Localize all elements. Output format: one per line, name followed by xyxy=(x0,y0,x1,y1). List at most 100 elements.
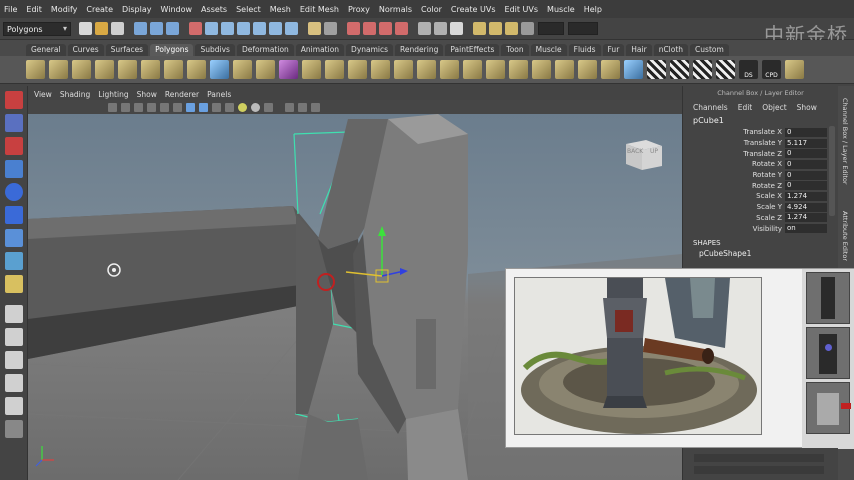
menu-create-uvs[interactable]: Create UVs xyxy=(451,5,496,14)
xray-joints-icon[interactable] xyxy=(298,102,307,112)
layout-two-icon[interactable] xyxy=(5,351,23,369)
menu-create[interactable]: Create xyxy=(86,5,113,14)
attr-row[interactable]: Scale X 1.274 xyxy=(683,191,838,202)
layout-single-icon[interactable] xyxy=(5,305,23,323)
tab-polygons[interactable]: Polygons xyxy=(150,44,194,56)
reduce-icon[interactable] xyxy=(302,60,321,79)
attr-row[interactable]: Visibility on xyxy=(683,223,838,234)
poly-cylinder-icon[interactable] xyxy=(72,60,91,79)
lock-selection-icon[interactable] xyxy=(308,22,321,35)
channelbox-menu-channels[interactable]: Channels xyxy=(693,103,728,112)
bookmarks-icon[interactable] xyxy=(121,102,130,112)
render-settings-icon[interactable] xyxy=(505,22,518,35)
attr-row[interactable]: Rotate X0 xyxy=(683,159,838,170)
panel-menu-lighting[interactable]: Lighting xyxy=(98,90,128,99)
snap-point-icon[interactable] xyxy=(379,22,392,35)
menu-set-select[interactable]: Polygons xyxy=(3,21,71,36)
menu-modify[interactable]: Modify xyxy=(51,5,78,14)
attr-row[interactable]: Scale Y 4.924 xyxy=(683,202,838,213)
sidebar-toggle-icon[interactable] xyxy=(521,22,534,35)
grid-icon[interactable] xyxy=(147,102,156,112)
attr-value[interactable]: 5.117 xyxy=(785,138,827,148)
scale-tool-icon[interactable] xyxy=(5,206,23,224)
poly-torus-icon[interactable] xyxy=(141,60,160,79)
panel-menu-renderer[interactable]: Renderer xyxy=(165,90,199,99)
uv-layout-icon[interactable] xyxy=(670,60,689,79)
numeric-input-field[interactable] xyxy=(568,22,598,35)
attr-row[interactable]: Rotate Y0 xyxy=(683,170,838,181)
menu-normals[interactable]: Normals xyxy=(379,5,412,14)
bridge-icon[interactable] xyxy=(417,60,436,79)
thumbnail-side-view[interactable] xyxy=(806,327,850,379)
attr-value[interactable]: 0 xyxy=(785,159,827,169)
poly-cube-icon[interactable] xyxy=(49,60,68,79)
tab-rendering[interactable]: Rendering xyxy=(395,44,444,56)
duplicate-face-icon[interactable] xyxy=(578,60,597,79)
insert-edge-loop-icon[interactable] xyxy=(486,60,505,79)
combine-icon[interactable] xyxy=(233,60,252,79)
append-polygon-icon[interactable] xyxy=(440,60,459,79)
open-scene-icon[interactable] xyxy=(95,22,108,35)
layout-graph-icon[interactable] xyxy=(5,397,23,415)
menu-file[interactable]: File xyxy=(4,5,17,14)
select-by-curve-icon[interactable] xyxy=(221,22,234,35)
attr-row[interactable]: Scale Z 1.274 xyxy=(683,213,838,224)
attr-value[interactable]: 0 xyxy=(785,127,827,137)
use-all-lights-icon[interactable] xyxy=(238,102,247,112)
layout-four-icon[interactable] xyxy=(5,328,23,346)
tab-dynamics[interactable]: Dynamics xyxy=(346,44,394,56)
lasso-tool-icon[interactable] xyxy=(5,114,23,132)
attr-row[interactable]: Translate Y 5.117 xyxy=(683,138,838,149)
wireframe-on-shaded-icon[interactable] xyxy=(212,102,221,112)
side-tab-channel-box[interactable]: Channel Box / Layer Editor xyxy=(841,98,849,185)
poly-soccer-ball-icon[interactable] xyxy=(210,60,229,79)
extrude-icon[interactable] xyxy=(394,60,413,79)
tab-fluids[interactable]: Fluids xyxy=(568,44,601,56)
offset-edge-loop-icon[interactable] xyxy=(509,60,528,79)
tab-subdivs[interactable]: Subdivs xyxy=(195,44,235,56)
menu-edit-uvs[interactable]: Edit UVs xyxy=(505,5,539,14)
shape-node-name[interactable]: pCubeShape1 xyxy=(683,247,838,258)
tab-curves[interactable]: Curves xyxy=(67,44,104,56)
panel-menu-show[interactable]: Show xyxy=(137,90,157,99)
camera-attributes-icon[interactable] xyxy=(108,102,117,112)
triangulate-icon[interactable] xyxy=(325,60,344,79)
ds-shelf-button[interactable]: DS xyxy=(739,60,758,79)
panel-menu-shading[interactable]: Shading xyxy=(60,90,90,99)
resolution-gate-icon[interactable] xyxy=(173,102,182,112)
film-gate-icon[interactable] xyxy=(160,102,169,112)
panel-menu-panels[interactable]: Panels xyxy=(207,90,231,99)
layer-editor-scrollbar[interactable] xyxy=(694,454,824,462)
channelbox-menu-edit[interactable]: Edit xyxy=(738,103,753,112)
menu-help[interactable]: Help xyxy=(584,5,602,14)
shadows-icon[interactable] xyxy=(251,102,260,112)
select-object-icon[interactable] xyxy=(150,22,163,35)
input-ops-icon[interactable] xyxy=(418,22,431,35)
attr-value[interactable]: 0 xyxy=(785,170,827,180)
select-by-joint-icon[interactable] xyxy=(205,22,218,35)
poly-pipe-icon[interactable] xyxy=(187,60,206,79)
attr-row[interactable]: Translate Z0 xyxy=(683,148,838,159)
attr-value[interactable]: on xyxy=(785,224,827,234)
separate-icon[interactable] xyxy=(256,60,275,79)
tab-animation[interactable]: Animation xyxy=(295,44,345,56)
highlight-selection-icon[interactable] xyxy=(324,22,337,35)
manipulator-tool-icon[interactable] xyxy=(5,229,23,247)
tab-hair[interactable]: Hair xyxy=(626,44,652,56)
attr-row[interactable]: Rotate Z0 xyxy=(683,180,838,191)
soft-mod-tool-icon[interactable] xyxy=(5,275,23,293)
quadrangulate-icon[interactable] xyxy=(348,60,367,79)
attr-value[interactable]: 4.924 xyxy=(785,202,827,212)
view-cube[interactable]: BACK UP xyxy=(624,134,664,172)
custom-tool-icon[interactable] xyxy=(785,60,804,79)
menu-window[interactable]: Window xyxy=(161,5,193,14)
tab-deformation[interactable]: Deformation xyxy=(236,44,294,56)
image-plane-icon[interactable] xyxy=(134,102,143,112)
uv-snapshot-icon[interactable] xyxy=(716,60,735,79)
tab-custom[interactable]: Custom xyxy=(690,44,729,56)
channel-box-scrollbar[interactable] xyxy=(829,126,835,216)
attr-value[interactable]: 1.274 xyxy=(785,213,827,223)
xray-icon[interactable] xyxy=(264,102,273,112)
tab-surfaces[interactable]: Surfaces xyxy=(105,44,149,56)
poly-cone-icon[interactable] xyxy=(95,60,114,79)
